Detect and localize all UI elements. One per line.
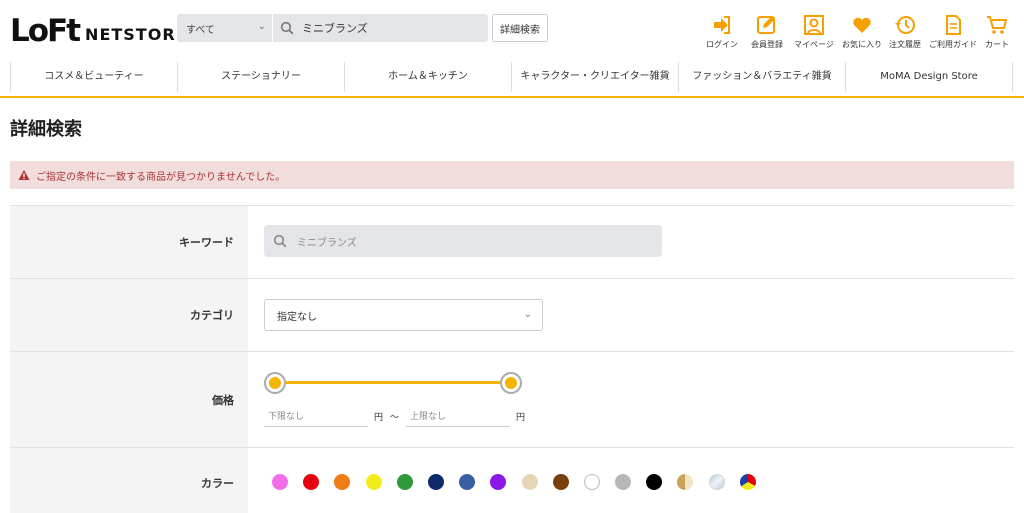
nav-item-character[interactable]: キャラクター・クリエイター雑貨 <box>511 62 678 92</box>
order-history-link[interactable]: 注文履歴 <box>889 14 921 50</box>
alert-text: ご指定の条件に一致する商品が見つかりませんでした。 <box>36 171 286 183</box>
page-title: 詳細検索 <box>10 119 82 140</box>
search-icon <box>273 234 287 248</box>
login-link[interactable]: ログイン <box>706 14 738 50</box>
site-logo[interactable]: LoFt NETSTORE <box>10 12 188 49</box>
guide-link[interactable]: ご利用ガイド <box>929 14 977 50</box>
logo-text: NETSTORE <box>85 25 188 44</box>
no-results-alert: ご指定の条件に一致する商品が見つかりませんでした。 <box>10 161 1014 189</box>
color-swatch[interactable] <box>615 474 632 490</box>
price-slider-max-handle[interactable] <box>500 372 522 394</box>
nav-item-stationery[interactable]: ステーショナリー <box>177 62 344 92</box>
color-swatch[interactable] <box>459 474 476 490</box>
login-label: ログイン <box>706 40 738 49</box>
heart-icon <box>853 17 871 33</box>
yen-unit-max: 円 <box>516 413 526 423</box>
mypage-icon <box>803 15 824 35</box>
category-nav: コスメ＆ビューティー ステーショナリー ホーム＆キッチン キャラクター・クリエイ… <box>10 62 1013 92</box>
color-swatch[interactable] <box>646 474 663 490</box>
header-search: すべて ⌄ ミニブランズ <box>177 14 488 42</box>
price-max-input[interactable]: 上限なし <box>406 405 510 427</box>
history-icon <box>895 16 915 34</box>
search-scope-select[interactable]: すべて ⌄ <box>177 14 273 42</box>
mypage-link[interactable]: マイページ <box>794 14 834 50</box>
color-swatch[interactable] <box>708 474 725 490</box>
site-header: LoFt NETSTORE すべて ⌄ ミニブランズ 詳細検索 ログイン 会員登… <box>0 0 1024 58</box>
price-min-input[interactable]: 下限なし <box>264 405 368 427</box>
register-icon <box>757 16 775 34</box>
color-swatch[interactable] <box>521 474 538 490</box>
color-swatch[interactable] <box>365 474 382 490</box>
price-slider-min-handle[interactable] <box>264 372 286 394</box>
range-separator: 〜 <box>390 413 400 423</box>
color-row: カラー <box>10 447 1014 513</box>
category-select[interactable]: 指定なし ⌄ <box>264 299 543 331</box>
warning-icon <box>18 170 30 180</box>
nav-underline <box>0 96 1024 98</box>
cart-icon <box>987 16 1008 34</box>
guide-icon <box>946 15 961 35</box>
price-label: 価格 <box>10 352 248 447</box>
chevron-down-icon: ⌄ <box>523 309 532 320</box>
color-swatch[interactable] <box>427 474 444 490</box>
color-swatch[interactable] <box>490 474 507 490</box>
color-swatch[interactable] <box>396 474 413 490</box>
category-label: カテゴリ <box>10 279 248 351</box>
keyword-row: キーワード ミニブランズ <box>10 205 1014 278</box>
color-swatch[interactable] <box>677 474 694 490</box>
color-swatch[interactable] <box>303 474 320 490</box>
color-swatch[interactable] <box>552 474 569 490</box>
nav-item-moma[interactable]: MoMA Design Store <box>845 62 1013 92</box>
color-swatch[interactable] <box>272 474 288 490</box>
color-swatch[interactable] <box>583 474 600 490</box>
search-icon <box>280 21 294 35</box>
favorites-label: お気に入り <box>842 40 882 49</box>
logo-mark: LoFt <box>10 13 81 49</box>
advanced-search-button[interactable]: 詳細検索 <box>492 14 548 42</box>
search-scope-value: すべて <box>186 24 215 36</box>
nav-item-fashion[interactable]: ファッション＆バラエティ雑貨 <box>678 62 845 92</box>
color-label: カラー <box>10 448 248 513</box>
cart-link[interactable]: カート <box>985 14 1009 50</box>
nav-item-cosme[interactable]: コスメ＆ビューティー <box>10 62 177 92</box>
register-link[interactable]: 会員登録 <box>751 14 783 50</box>
color-swatches <box>272 474 771 490</box>
search-input[interactable]: ミニブランズ <box>302 20 368 36</box>
mypage-label: マイページ <box>794 40 834 49</box>
login-icon <box>714 16 730 34</box>
color-swatch[interactable] <box>739 474 756 490</box>
chevron-down-icon: ⌄ <box>257 21 266 32</box>
order-history-label: 注文履歴 <box>889 40 921 49</box>
yen-unit-min: 円 <box>374 413 384 423</box>
price-row: 価格 下限なし 円 〜 上限なし 円 <box>10 351 1014 447</box>
register-label: 会員登録 <box>751 40 783 49</box>
cart-label: カート <box>985 40 1009 49</box>
color-swatch[interactable] <box>334 474 351 490</box>
keyword-input[interactable]: ミニブランズ <box>264 225 662 257</box>
keyword-value: ミニブランズ <box>297 237 357 249</box>
nav-item-home-kitchen[interactable]: ホーム＆キッチン <box>344 62 511 92</box>
favorites-link[interactable]: お気に入り <box>842 14 882 50</box>
category-row: カテゴリ 指定なし ⌄ <box>10 278 1014 351</box>
price-slider-track[interactable] <box>275 381 511 384</box>
keyword-label: キーワード <box>10 206 248 278</box>
guide-label: ご利用ガイド <box>929 40 977 49</box>
category-value: 指定なし <box>277 311 317 323</box>
